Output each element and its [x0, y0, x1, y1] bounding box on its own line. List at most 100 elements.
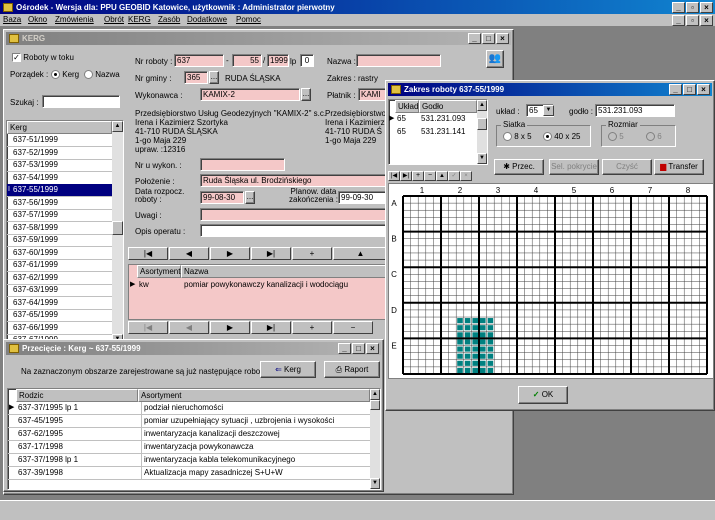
godlo-row-uklad[interactable]: 65: [397, 114, 406, 123]
godlo-nav-insert[interactable]: +: [412, 171, 424, 181]
godlo-field[interactable]: 531.231.093: [595, 104, 675, 117]
asort-header-asortyment[interactable]: Asortyment: [137, 265, 181, 278]
kerg-list-item[interactable]: 637-60/1999: [7, 247, 112, 260]
kerg-list-item[interactable]: 637-54/1999: [7, 172, 112, 185]
kerg-list-item[interactable]: 637-56/1999: [7, 197, 112, 210]
data-rozpocz-field[interactable]: 99-08-30: [200, 191, 244, 204]
przec-button[interactable]: ✱ Przec.: [494, 159, 544, 175]
uwagi-field[interactable]: [200, 208, 390, 221]
menu-pomoc[interactable]: Pomoc: [236, 15, 261, 24]
nazwa-field[interactable]: [356, 54, 441, 67]
przeciecie-maximize-icon[interactable]: □: [352, 343, 365, 354]
godlo-row-uklad[interactable]: 65: [397, 127, 406, 136]
zakres-minimize-icon[interactable]: _: [669, 84, 682, 95]
godlo-nav-post[interactable]: ✓: [448, 171, 460, 181]
kerg-list-item[interactable]: 637-63/1999: [7, 284, 112, 297]
przec-table-row[interactable]: ▶ 637-37/1995 lp 1 podział nieruchomości: [8, 402, 370, 415]
raport-button[interactable]: ⎙ Raport: [324, 361, 380, 378]
kerg-list-item[interactable]: 637-66/1999: [7, 322, 112, 335]
godlo-header-uklad[interactable]: Układ: [395, 100, 419, 113]
kerg-button[interactable]: ⇐ Kerg: [260, 361, 316, 378]
godlo-nav-delete[interactable]: −: [424, 171, 436, 181]
przec-scrollbar[interactable]: ▲ ▼: [370, 389, 380, 489]
users-button[interactable]: 👥: [486, 50, 504, 68]
kerg-minimize-icon[interactable]: _: [468, 33, 481, 44]
scroll-up-icon[interactable]: ▲: [370, 389, 380, 400]
asort-code[interactable]: kw: [139, 280, 149, 289]
kerg-list-item[interactable]: I 637-55/1999: [7, 184, 112, 197]
opis-operatu-field[interactable]: [200, 224, 390, 237]
nr-gminy-field[interactable]: 365: [184, 71, 208, 84]
kerg-list-item[interactable]: 637-57/1999: [7, 209, 112, 222]
asort-header-nazwa[interactable]: Nazwa: [181, 265, 391, 278]
przec-table-row[interactable]: 637-62/1995 inwentaryzacja kanalizacji de…: [8, 428, 370, 441]
godlo-nav-last[interactable]: ▶|: [400, 171, 412, 181]
przec-table-row[interactable]: 637-37/1998 lp 1 inwentaryzacja kabla tel…: [8, 454, 370, 467]
menu-dodatkowe[interactable]: Dodatkowe: [187, 15, 227, 24]
asort-nav-insert-button[interactable]: +: [292, 321, 332, 334]
godlo-nav-edit[interactable]: ▲: [436, 171, 448, 181]
chevron-down-icon[interactable]: ▼: [543, 105, 554, 116]
nav-first-button[interactable]: |◀: [128, 247, 168, 260]
scroll-down-icon[interactable]: ▼: [370, 478, 380, 489]
kerg-list-item[interactable]: 637-62/1999: [7, 272, 112, 285]
sheet-grid[interactable]: 1 2 3 4 5 6 7 8 A B C D E: [389, 184, 713, 378]
close-icon[interactable]: ×: [700, 2, 713, 13]
nav-next-button[interactable]: ▶: [210, 247, 250, 260]
rozmiar-5-radio[interactable]: 5: [608, 132, 624, 142]
kerg-list-item[interactable]: 637-58/1999: [7, 222, 112, 235]
przec-table-row[interactable]: 637-17/1998 inwentaryzacja powykonawcza: [8, 441, 370, 454]
przec-table-row[interactable]: 637-39/1998 Aktualizacja mapy zasadniczej…: [8, 467, 370, 480]
menu-zamowienia[interactable]: Zmówienia: [55, 15, 94, 24]
czysc-button[interactable]: Czyść: [602, 159, 652, 175]
menu-baza[interactable]: Baza: [3, 15, 21, 24]
asort-nav-next-button[interactable]: ▶: [210, 321, 250, 334]
nr-roboty-field-1[interactable]: 637: [174, 54, 224, 67]
nav-prior-button[interactable]: ◀: [169, 247, 209, 260]
nav-last-button[interactable]: ▶|: [251, 247, 291, 260]
mdi-minimize-icon[interactable]: _: [672, 15, 685, 26]
kerg-list-scrollbar[interactable]: ▲ ▼: [112, 121, 123, 345]
platnik-field[interactable]: KAMI: [358, 88, 388, 101]
planow-data-field[interactable]: 99-09-30: [338, 191, 388, 204]
wykonawca-field[interactable]: KAMIX-2: [200, 88, 300, 101]
kerg-list-item[interactable]: 637-53/1999: [7, 159, 112, 172]
wykonawca-lookup-button[interactable]: ...: [301, 88, 311, 101]
scroll-thumb[interactable]: [370, 400, 380, 410]
kerg-list-item[interactable]: 637-61/1999: [7, 259, 112, 272]
zakres-close-icon[interactable]: ×: [697, 84, 710, 95]
polozenie-field[interactable]: Ruda Śląska ul. Brodzińskiego: [200, 174, 390, 187]
kerg-list-item[interactable]: 637-65/1999: [7, 309, 112, 322]
godlo-row-godlo[interactable]: 531.231.093: [421, 114, 466, 123]
przec-header-asortyment[interactable]: Asortyment: [138, 389, 370, 402]
roboty-w-toku-checkbox[interactable]: ✓ Roboty w toku: [12, 53, 74, 63]
przeciecie-minimize-icon[interactable]: _: [338, 343, 351, 354]
ok-button[interactable]: ✓ OK: [518, 386, 568, 404]
asort-nav-prior-button[interactable]: ◀: [169, 321, 209, 334]
kerg-list-item[interactable]: 637-64/1999: [7, 297, 112, 310]
rozmiar-6-radio[interactable]: 6: [646, 132, 662, 142]
asort-nav-last-button[interactable]: ▶|: [251, 321, 291, 334]
kerg-close-icon[interactable]: ×: [496, 33, 509, 44]
transfer-button[interactable]: ▆ Transfer: [654, 159, 704, 175]
przec-table-row[interactable]: 637-45/1995 pomiar uzupełniający sytuacji…: [8, 415, 370, 428]
asort-nav-first-button[interactable]: |◀: [128, 321, 168, 334]
menu-okno[interactable]: Okno: [28, 15, 47, 24]
scroll-down-icon[interactable]: ▼: [477, 153, 487, 164]
restore-icon[interactable]: ▫: [686, 2, 699, 13]
kerg-maximize-icon[interactable]: □: [482, 33, 495, 44]
godlo-row-godlo[interactable]: 531.231.141: [421, 127, 466, 136]
przeciecie-close-icon[interactable]: ×: [366, 343, 379, 354]
nav-insert-button[interactable]: +: [292, 247, 332, 260]
godlo-scrollbar[interactable]: ▲ ▼: [477, 100, 487, 164]
mdi-close-icon[interactable]: ×: [700, 15, 713, 26]
nr-roboty-field-2[interactable]: 55: [232, 54, 262, 67]
przec-header-rodzic[interactable]: Rodzic: [16, 389, 138, 402]
scroll-thumb[interactable]: [477, 118, 487, 130]
kerg-list-item[interactable]: 637-51/1999: [7, 134, 112, 147]
kerg-list-header[interactable]: Kerg: [7, 121, 112, 134]
scroll-thumb[interactable]: [112, 221, 123, 235]
godlo-header-godlo[interactable]: Godło: [419, 100, 477, 113]
asort-nav-delete-button[interactable]: −: [333, 321, 373, 334]
siatka-8x5-radio[interactable]: 8 x 5: [503, 132, 532, 142]
